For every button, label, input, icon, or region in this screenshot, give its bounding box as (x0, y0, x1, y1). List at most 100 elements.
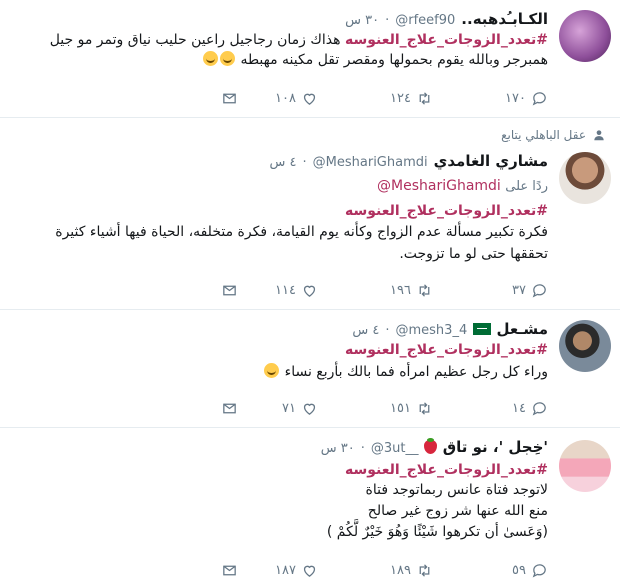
social-context-text[interactable]: عقل الباهلي يتابع (501, 128, 586, 142)
reply-button[interactable]: ٥٩ (512, 562, 548, 579)
message-button[interactable] (221, 282, 238, 299)
separator-dot: · (385, 13, 390, 28)
tweet-text-line: #تعدد_الزوجات_علاج_العنوسه (8, 340, 548, 360)
avatar[interactable] (559, 10, 611, 62)
message-icon (223, 565, 236, 576)
tweet-text-line: همبرجر وبالله يقوم بحمولها ومقصر تقل مكي… (8, 50, 548, 70)
retweet-count: ١٥١ (390, 401, 411, 416)
tweet[interactable]: الكـابـُدهبه.. @rfeef90 · ٣٠ س #تعدد_الز… (0, 0, 620, 118)
message-icon (223, 285, 236, 296)
tweet-text-line: #تعدد_الزوجات_علاج_العنوسه (8, 460, 548, 480)
tweet-text: منع الله عنها شر زوج غير صالح (367, 503, 548, 519)
tweet-text-line: لاتوجد فتاة عانس ربماتوجد فتاة (8, 480, 548, 501)
tweet[interactable]: مشـعل @mesh3_4 · ٤ س #تعدد_الزوجات_علاج_… (0, 310, 620, 428)
tweet-text-line: وراء كل رجل عظيم امرأه فما بالك بأربع نس… (8, 360, 548, 384)
reply-count: ٣٧ (512, 283, 526, 298)
smile-emoji-icon (264, 363, 280, 378)
timestamp[interactable]: ٤ س (270, 155, 297, 170)
tweet-text-line: فكرة تكبير مسألة عدم الزواج وكأنه يوم ال… (8, 221, 548, 243)
tweet-text: همبرجر وبالله يقوم بحمولها ومقصر تقل مكي… (240, 52, 548, 68)
retweet-icon (419, 564, 430, 577)
mention-link[interactable]: @MeshariGhamdi (377, 178, 501, 194)
retweet-icon (419, 402, 430, 415)
retweet-count: ١٨٩ (390, 563, 411, 578)
retweet-count: ١٢٤ (390, 91, 411, 106)
smile-emoji-icon (219, 51, 235, 66)
retweet-button[interactable]: ١٢٤ (390, 90, 433, 107)
reply-button[interactable]: ٣٧ (512, 282, 548, 299)
like-icon (303, 285, 316, 297)
retweet-button[interactable]: ١٨٩ (390, 562, 433, 579)
reply-button[interactable]: ١٧٠ (505, 90, 548, 107)
avatar[interactable] (559, 440, 611, 492)
timestamp[interactable]: ٤ س (352, 323, 379, 338)
hashtag-link[interactable]: #تعدد_الزوجات_علاج_العنوسه (345, 32, 548, 48)
author-handle[interactable]: @mesh3_4 (396, 323, 468, 338)
avatar[interactable] (559, 152, 611, 204)
tweet-text: هذاك زمان رجاجيل راعين حليب نياق وتمر مو… (49, 32, 345, 48)
reply-icon (532, 564, 546, 578)
avatar[interactable] (559, 320, 611, 372)
tweet-text: وراء كل رجل عظيم امرأه فما بالك بأربع نس… (284, 364, 548, 380)
author-name[interactable]: الكـابـُدهبه.. (461, 10, 548, 28)
hashtag-link[interactable]: #تعدد_الزوجات_علاج_العنوسه (345, 342, 548, 358)
author-handle[interactable]: @3ut__ (371, 441, 419, 456)
tweet[interactable]: 'خِجل '، نو تاق @3ut__ · ٣٠ س #تعدد_الزو… (0, 428, 620, 581)
message-icon (223, 93, 236, 104)
message-button[interactable] (221, 400, 238, 417)
author-name[interactable]: 'خِجل '، نو تاق (424, 438, 548, 456)
like-button[interactable]: ١٠٨ (275, 90, 318, 107)
like-count: ١٠٨ (275, 91, 296, 106)
like-button[interactable]: ١٨٧ (275, 562, 318, 579)
smile-emoji-icon (202, 51, 218, 66)
reply-count: ٥٩ (512, 563, 526, 578)
timestamp[interactable]: ٣٠ س (345, 13, 379, 28)
strawberry-icon (424, 438, 438, 454)
tweet-text-line: #تعدد_الزوجات_علاج_العنوسه (8, 201, 548, 221)
reply-to-label: ردًا على (505, 179, 548, 194)
like-button[interactable]: ١١٤ (275, 282, 318, 299)
tweet-text-line: #تعدد_الزوجات_علاج_العنوسه هذاك زمان رجا… (8, 30, 548, 50)
author-handle[interactable]: @rfeef90 (395, 13, 455, 28)
separator-dot: · (385, 323, 390, 338)
reply-count: ١٤ (512, 401, 526, 416)
reply-count: ١٧٠ (505, 91, 526, 106)
social-context: عقل الباهلي يتابع (501, 128, 606, 142)
author-handle[interactable]: @MeshariGhamdi (313, 155, 428, 170)
tweet-text: لاتوجد فتاة عانس ربماتوجد فتاة (365, 482, 548, 498)
like-button[interactable]: ٧١ (282, 400, 318, 417)
separator-dot: · (302, 155, 307, 170)
timestamp[interactable]: ٣٠ س (321, 441, 355, 456)
reply-icon (532, 284, 546, 298)
retweet-count: ١٩٦ (390, 283, 411, 298)
reply-button[interactable]: ١٤ (512, 400, 548, 417)
like-icon (303, 93, 316, 105)
like-count: ١٨٧ (275, 563, 296, 578)
retweet-icon (419, 284, 430, 297)
author-name[interactable]: مشـعل (473, 320, 548, 338)
tweet-text-line: تحققها حتى لو ما تزوجت. (8, 243, 548, 265)
tweet-text: فكرة تكبير مسألة عدم الزواج وكأنه يوم ال… (55, 224, 548, 240)
like-count: ٧١ (282, 401, 296, 416)
tweet[interactable]: عقل الباهلي يتابع مشاري الغامدي @Meshari… (0, 118, 620, 310)
like-icon (303, 403, 316, 415)
like-icon (303, 565, 316, 577)
message-icon (223, 403, 236, 414)
tweet-text: تحققها حتى لو ما تزوجت. (399, 246, 548, 262)
retweet-button[interactable]: ١٥١ (390, 400, 433, 417)
message-button[interactable] (221, 90, 238, 107)
retweet-button[interactable]: ١٩٦ (390, 282, 433, 299)
reply-icon (532, 402, 546, 416)
author-name[interactable]: مشاري الغامدي (434, 152, 548, 170)
like-count: ١١٤ (275, 283, 296, 298)
saudi-flag-icon (473, 323, 492, 335)
hashtag-link[interactable]: #تعدد_الزوجات_علاج_العنوسه (345, 203, 548, 219)
message-button[interactable] (221, 562, 238, 579)
reply-context: ردًا على @MeshariGhamdi (8, 176, 548, 197)
tweet-text-line: منع الله عنها شر زوج غير صالح (8, 501, 548, 522)
tweet-text: (وَعَسىٰ أن تكرهوا شَيْئًا وَهُوَ خَيْرٌ… (326, 524, 548, 540)
hashtag-link[interactable]: #تعدد_الزوجات_علاج_العنوسه (345, 462, 548, 478)
tweet-text-line: (وَعَسىٰ أن تكرهوا شَيْئًا وَهُوَ خَيْرٌ… (8, 522, 548, 543)
separator-dot: · (360, 441, 365, 456)
follow-person-icon (594, 130, 604, 141)
